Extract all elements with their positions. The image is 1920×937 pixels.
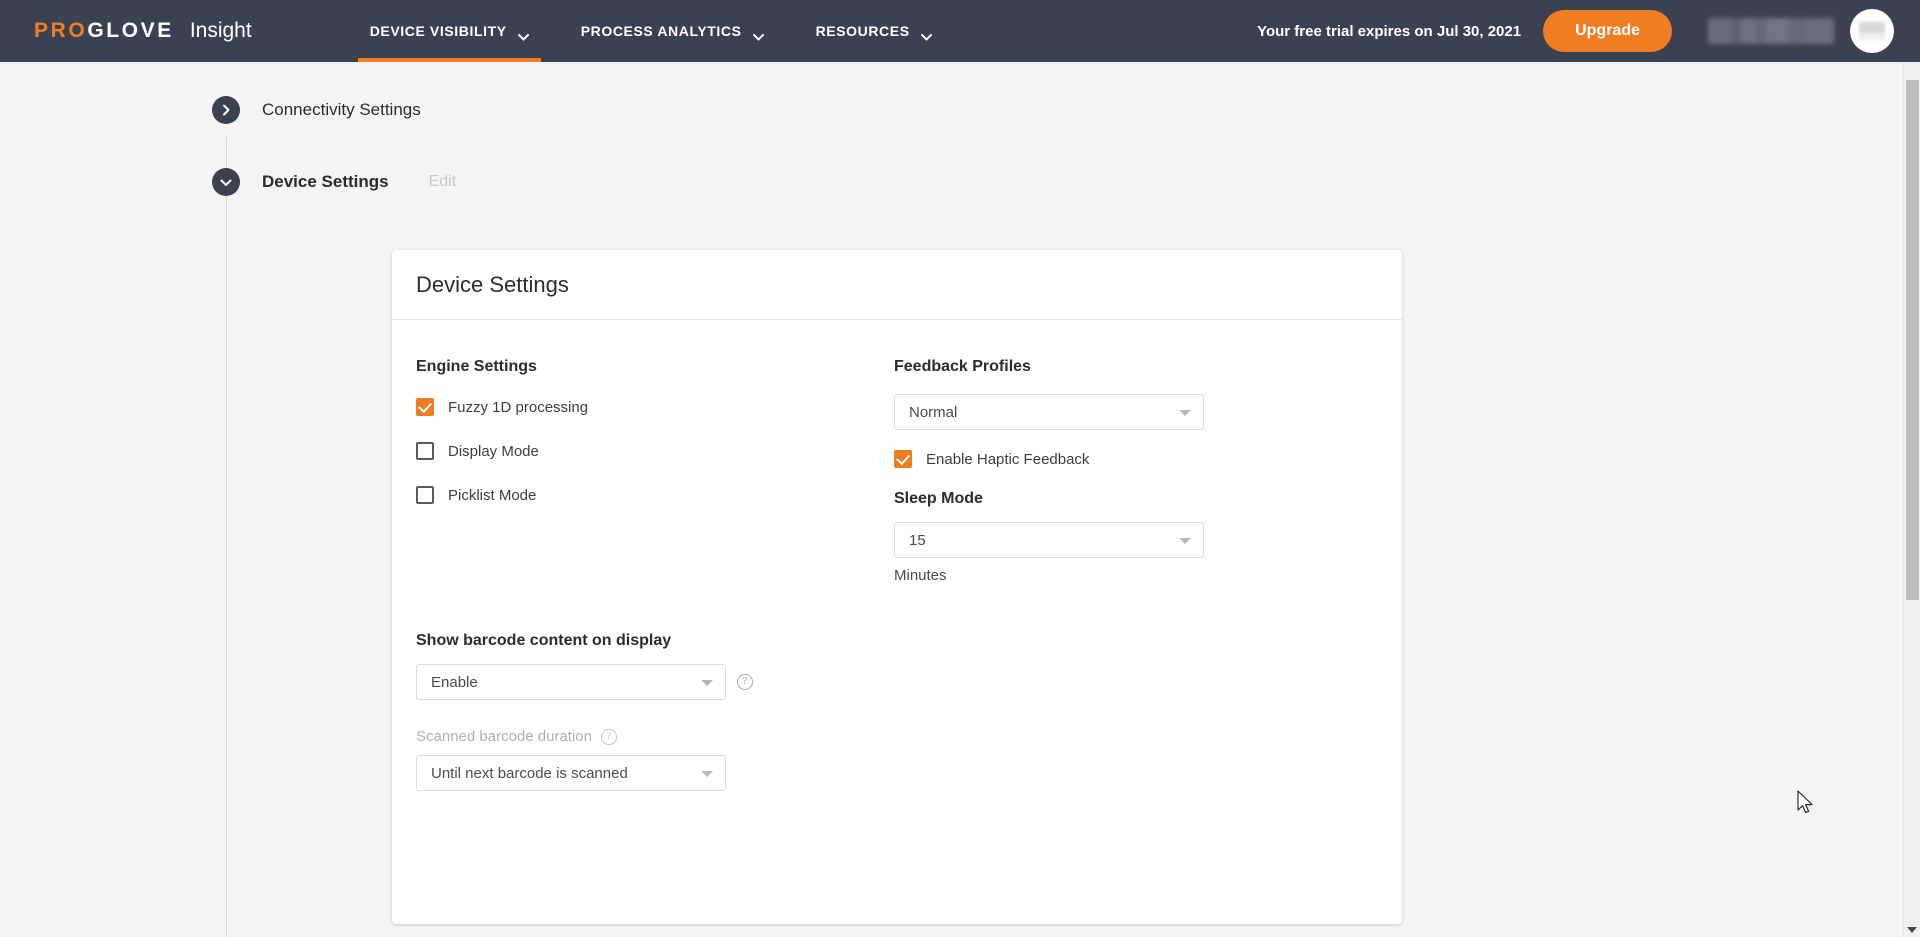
scanned-barcode-duration-row-label: Scanned barcode duration ?: [416, 728, 1378, 745]
chevron-down-icon: [920, 28, 932, 41]
timeline-label-device-settings[interactable]: Device Settings: [262, 172, 389, 192]
checkbox-fuzzy-1d-processing[interactable]: [416, 398, 434, 416]
vertical-scrollbar[interactable]: [1903, 62, 1920, 937]
nav-item-device-visibility-label: DEVICE VISIBILITY: [369, 23, 507, 39]
checkbox-enable-haptic-feedback[interactable]: [894, 450, 912, 468]
chevron-down-icon: [1179, 538, 1191, 544]
account-name-redacted: [1708, 18, 1834, 44]
nav-item-resources[interactable]: RESOURCES: [790, 0, 958, 62]
upgrade-button[interactable]: Upgrade: [1543, 10, 1672, 52]
brand-pro-text: PRO: [34, 19, 88, 42]
scroll-down-arrow-icon[interactable]: [1907, 927, 1917, 933]
checkbox-row-picklist-mode[interactable]: Picklist Mode: [416, 482, 894, 508]
nav-item-process-analytics-label: PROCESS ANALYTICS: [580, 23, 742, 39]
show-barcode-content-select[interactable]: Enable: [416, 664, 726, 700]
timeline-label-connectivity-settings[interactable]: Connectivity Settings: [262, 100, 421, 120]
feedback-profile-value: Normal: [909, 403, 958, 421]
nav-item-process-analytics[interactable]: PROCESS ANALYTICS: [555, 0, 790, 62]
nav-item-resources-label: RESOURCES: [815, 23, 910, 39]
sleep-mode-select[interactable]: 15: [894, 522, 1204, 558]
question-mark-icon[interactable]: ?: [737, 674, 753, 690]
question-mark-icon[interactable]: ?: [600, 728, 617, 745]
engine-settings-title: Engine Settings: [416, 358, 537, 375]
scrollbar-thumb[interactable]: [1906, 80, 1919, 600]
timeline-node-device-settings[interactable]: Device Settings Edit: [212, 168, 456, 196]
checkbox-row-fuzzy-1d-processing[interactable]: Fuzzy 1D processing: [416, 394, 894, 420]
chevron-down-icon: [701, 771, 713, 777]
show-barcode-content-section: Show barcode content on display Enable ?: [416, 632, 1378, 700]
card-header: Device Settings: [392, 250, 1402, 320]
chevron-down-icon: [517, 28, 529, 41]
chevron-down-icon[interactable]: [212, 168, 240, 196]
sleep-mode-unit-label: Minutes: [894, 567, 947, 584]
show-barcode-content-row: Enable ?: [416, 664, 1378, 700]
scanned-barcode-duration-section: Scanned barcode duration ? Until next ba…: [416, 728, 1378, 791]
nav-item-device-visibility[interactable]: DEVICE VISIBILITY: [344, 0, 555, 62]
scanned-barcode-duration-label: Scanned barcode duration: [416, 728, 592, 745]
device-settings-card: Device Settings Engine Settings Fuzzy 1D…: [392, 250, 1402, 924]
chevron-down-icon: [752, 28, 764, 41]
timeline-connector: [226, 137, 227, 937]
header-right-group: Your free trial expires on Jul 30, 2021 …: [1257, 9, 1920, 53]
brand-glove-text: GLOVE: [87, 19, 174, 42]
settings-columns: Engine Settings Fuzzy 1D processing Disp…: [416, 358, 1378, 584]
engine-settings-column: Engine Settings Fuzzy 1D processing Disp…: [416, 358, 894, 584]
checkbox-row-enable-haptic-feedback[interactable]: Enable Haptic Feedback: [894, 446, 1314, 472]
checkbox-row-display-mode[interactable]: Display Mode: [416, 438, 894, 464]
checkbox-display-mode[interactable]: [416, 442, 434, 460]
page-title: Device Settings: [416, 271, 569, 297]
chevron-down-icon: [1179, 410, 1191, 416]
feedback-profile-select[interactable]: Normal: [894, 394, 1204, 430]
show-barcode-content-title: Show barcode content on display: [416, 632, 672, 649]
primary-nav: DEVICE VISIBILITY PROCESS ANALYTICS RESO…: [344, 0, 958, 62]
avatar[interactable]: [1850, 9, 1894, 53]
checkbox-label-fuzzy-1d-processing: Fuzzy 1D processing: [448, 398, 589, 416]
card-body: Engine Settings Fuzzy 1D processing Disp…: [392, 320, 1402, 791]
edit-link[interactable]: Edit: [429, 173, 457, 191]
top-navigation-bar: PRO GLOVE Insight DEVICE VISIBILITY PROC…: [0, 0, 1920, 62]
checkbox-picklist-mode[interactable]: [416, 486, 434, 504]
chevron-right-icon[interactable]: [212, 96, 240, 124]
page-content: Connectivity Settings Device Settings Ed…: [0, 62, 1920, 937]
trial-expiry-notice: Your free trial expires on Jul 30, 2021: [1257, 22, 1522, 40]
sleep-mode-title: Sleep Mode: [894, 490, 983, 507]
timeline-node-connectivity-settings[interactable]: Connectivity Settings: [212, 96, 421, 124]
feedback-settings-column: Feedback Profiles Normal Enable Haptic F…: [894, 358, 1314, 584]
scanned-barcode-duration-select[interactable]: Until next barcode is scanned: [416, 755, 726, 791]
feedback-profiles-title: Feedback Profiles: [894, 358, 1031, 375]
show-barcode-content-value: Enable: [431, 673, 478, 691]
checkbox-label-enable-haptic-feedback: Enable Haptic Feedback: [926, 450, 1090, 468]
scanned-barcode-duration-value: Until next barcode is scanned: [431, 764, 628, 782]
chevron-down-icon: [701, 680, 713, 686]
sleep-mode-value: 15: [909, 531, 926, 549]
checkbox-label-display-mode: Display Mode: [448, 442, 539, 460]
brand-logo[interactable]: PRO GLOVE Insight: [34, 19, 252, 43]
product-name-text: Insight: [189, 19, 252, 42]
checkbox-label-picklist-mode: Picklist Mode: [448, 486, 537, 504]
